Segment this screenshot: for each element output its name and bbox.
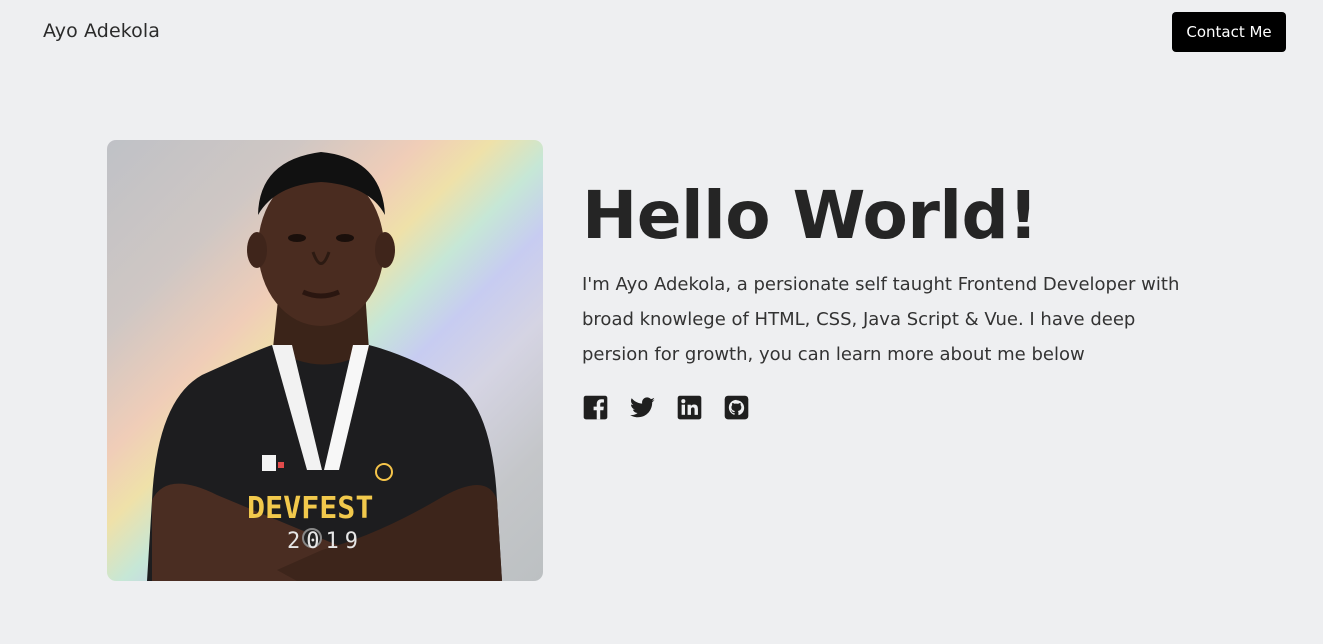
contact-me-button[interactable]: Contact Me (1172, 12, 1286, 52)
navbar: Ayo Adekola Contact Me (0, 0, 1323, 66)
twitter-icon[interactable] (629, 394, 656, 421)
hero-section: Hello World! I'm Ayo Adekola, a persiona… (582, 176, 1222, 372)
facebook-icon[interactable] (582, 394, 609, 421)
profile-photo: DEVFEST 2019 (107, 140, 543, 581)
brand-name[interactable]: Ayo Adekola (43, 20, 160, 42)
shirt-text: DEVFEST (247, 491, 373, 526)
hero-bio: I'm Ayo Adekola, a persionate self taugh… (582, 274, 1180, 365)
hero-headline: Hello World! (582, 177, 1038, 254)
portrait-illustration: DEVFEST 2019 (147, 152, 502, 581)
shirt-year: 2019 (287, 529, 364, 554)
github-icon[interactable] (723, 394, 750, 421)
linkedin-icon[interactable] (676, 394, 703, 421)
social-links (582, 394, 750, 421)
